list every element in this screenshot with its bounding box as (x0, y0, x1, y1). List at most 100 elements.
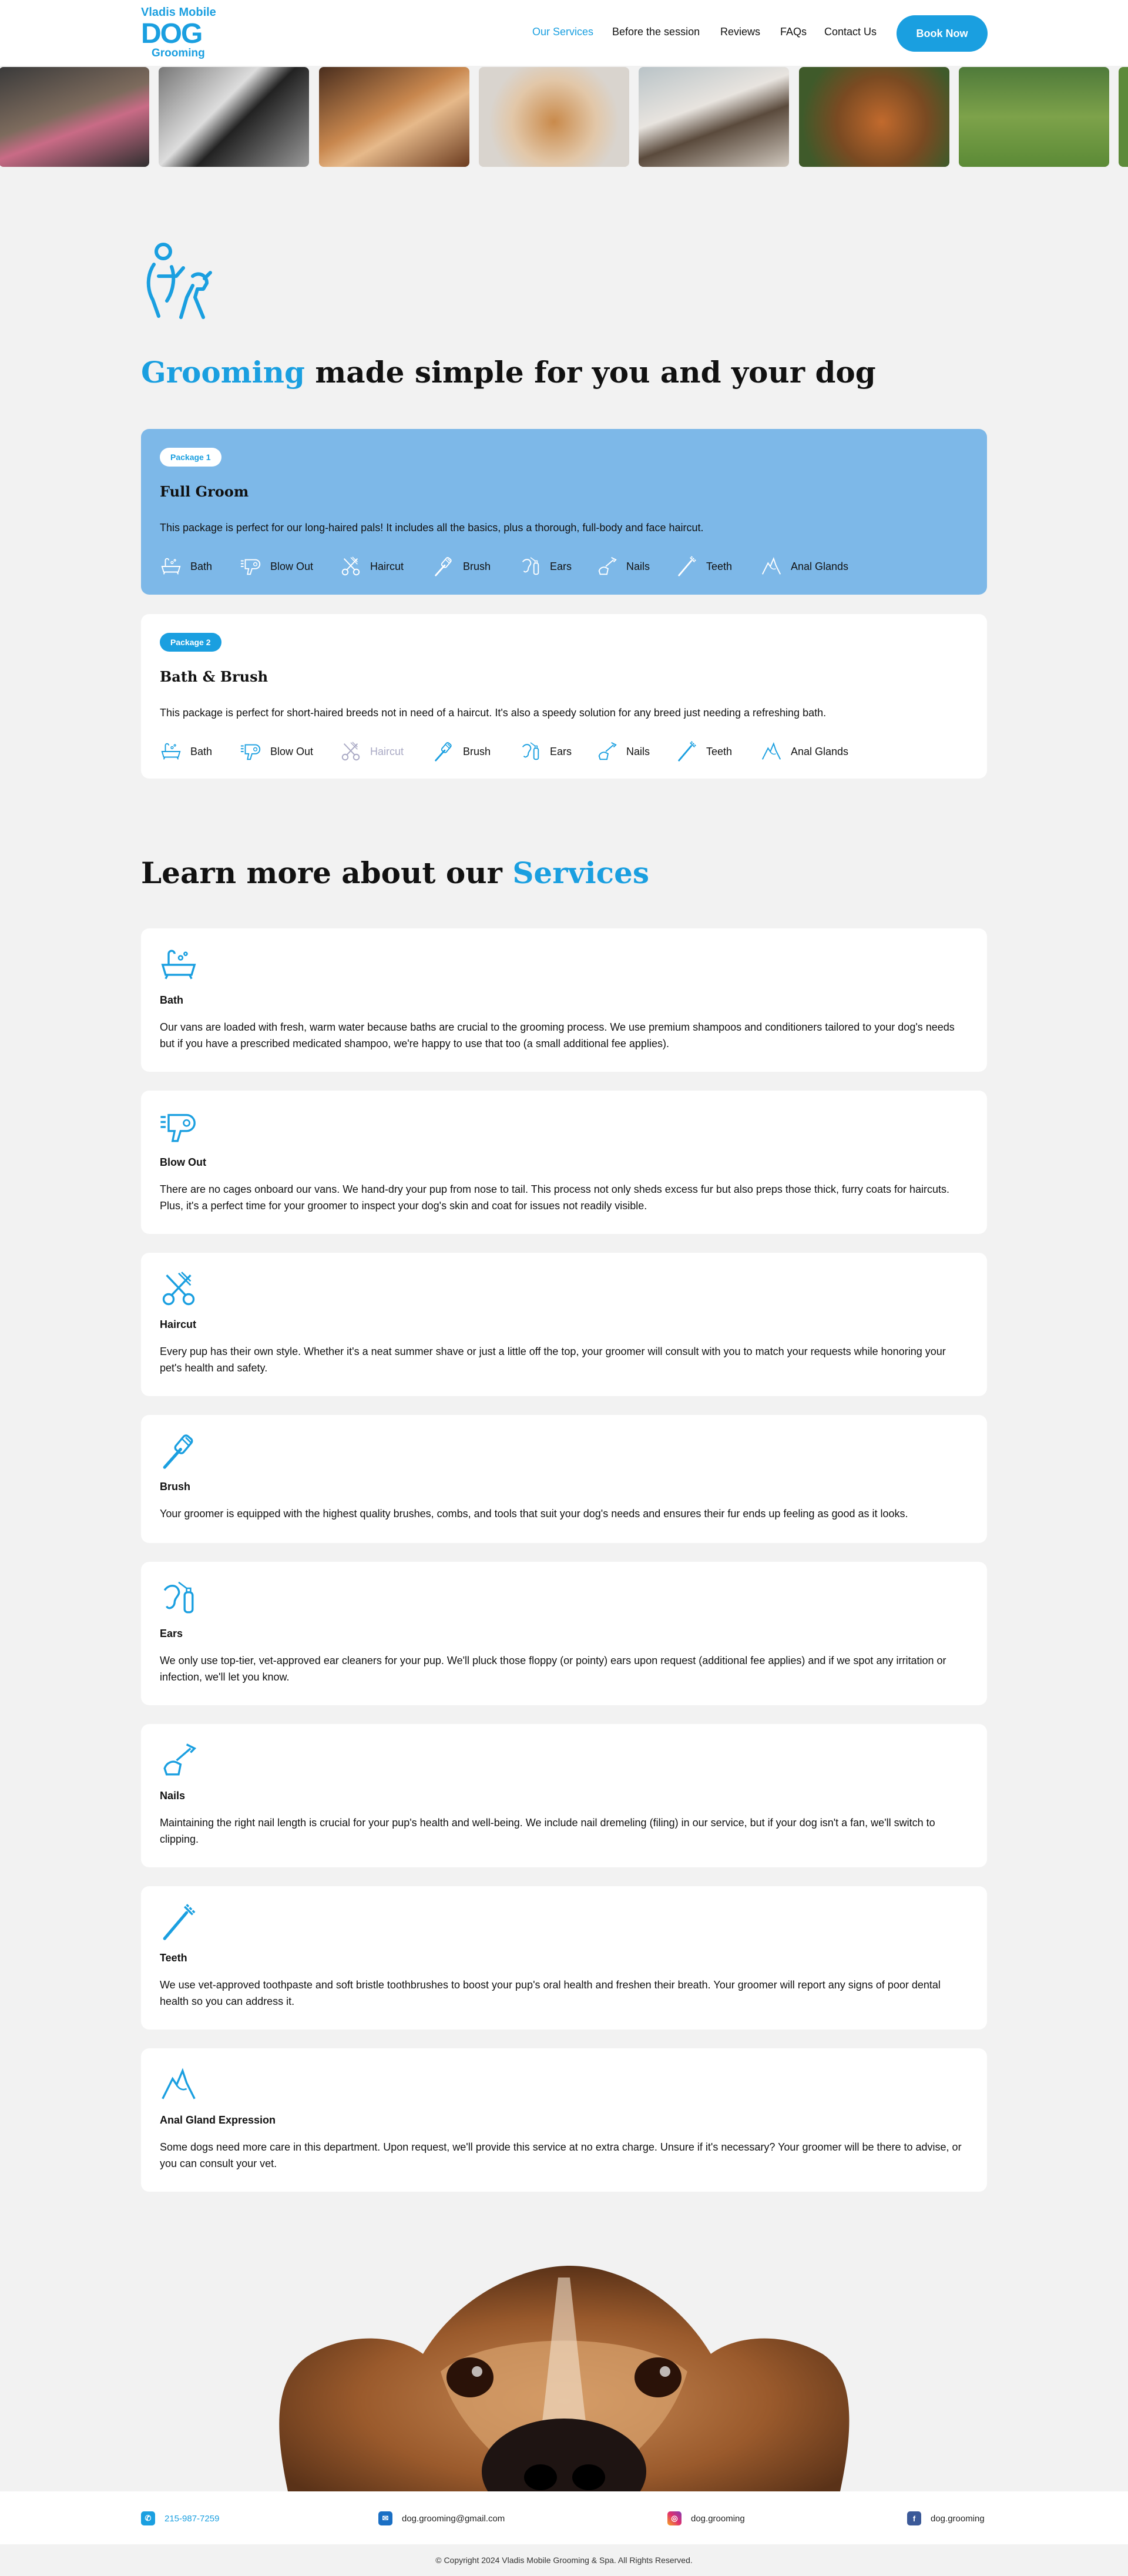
service-card-brush: Brush Your groomer is equipped with the … (141, 1415, 987, 1543)
nav-faqs[interactable]: FAQs (780, 26, 807, 38)
ear-cleaner-icon (519, 740, 542, 763)
feature-label: Blow Out (270, 745, 314, 757)
package-title: Bath & Brush (160, 668, 268, 685)
phone-icon: ✆ (141, 2511, 155, 2525)
book-now-button[interactable]: Book Now (897, 15, 988, 52)
email-icon: ✉ (378, 2511, 392, 2525)
nav-our-services[interactable]: Our Services (532, 26, 593, 38)
gallery-photo-6 (799, 67, 949, 167)
feature-nails: Nails (596, 740, 650, 763)
dog-tail-icon (159, 2065, 199, 2105)
footer-facebook[interactable]: f dog.grooming (907, 2511, 985, 2525)
hero-heading: Grooming made simple for you and your do… (141, 355, 876, 390)
feature-label: Anal Glands (791, 745, 849, 757)
feature-ears: Ears (519, 740, 572, 763)
service-title: Brush (160, 1481, 191, 1492)
package-badge: Package 1 (160, 448, 221, 467)
feature-label: Haircut (370, 745, 404, 757)
service-text: There are no cages onboard our vans. We … (160, 1183, 950, 1212)
service-text: Some dogs need more care in this departm… (160, 2141, 962, 2169)
bathtub-icon (159, 945, 199, 985)
feature-label: Anal Glands (791, 560, 849, 572)
nav-before-session[interactable]: Before the session (612, 26, 700, 38)
logo-text-bottom: Grooming (152, 47, 205, 59)
service-card-anal-glands: Anal Gland Expression Some dogs need mor… (141, 2048, 987, 2192)
brush-icon (159, 1431, 199, 1471)
service-title: Bath (160, 994, 183, 1006)
services-heading: Learn more about our Services (141, 856, 649, 890)
feature-label: Bath (190, 560, 213, 572)
blow-dryer-icon (159, 1107, 199, 1147)
feature-label: Nails (626, 745, 650, 757)
gallery-photo-2 (159, 67, 309, 167)
hero-heading-rest: made simple for you and your dog (304, 355, 876, 390)
service-title: Anal Gland Expression (160, 2114, 276, 2126)
service-card-bath: Bath Our vans are loaded with fresh, war… (141, 928, 987, 1072)
feature-haircut: Haircut (340, 555, 404, 578)
service-text: Your groomer is equipped with the highes… (160, 1508, 908, 1520)
facebook-icon: f (907, 2511, 921, 2525)
hero-heading-accent: Grooming (141, 355, 305, 390)
dog-tail-icon (760, 740, 783, 763)
nav-reviews[interactable]: Reviews (720, 26, 760, 38)
feature-label: Ears (550, 560, 572, 572)
nail-grinder-icon (596, 555, 618, 578)
services-heading-text: Learn more about our (141, 856, 513, 890)
footer-instagram[interactable]: ◎ dog.grooming (667, 2511, 745, 2525)
dog-tail-icon (760, 555, 783, 578)
email-address[interactable]: dog.grooming@gmail.com (402, 2514, 505, 2524)
site-logo[interactable]: Vladis Mobile DOG Grooming (141, 6, 217, 60)
facebook-handle[interactable]: dog.grooming (931, 2514, 985, 2524)
instagram-icon: ◎ (667, 2511, 682, 2525)
logo-text-main: DOG (141, 18, 203, 49)
service-text: Maintaining the right nail length is cru… (160, 1817, 935, 1845)
service-card-ears: Ears We only use top-tier, vet-approved … (141, 1562, 987, 1705)
service-card-blow-out: Blow Out There are no cages onboard our … (141, 1091, 987, 1234)
service-card-teeth: Teeth We use vet-approved toothpaste and… (141, 1886, 987, 2030)
package-card-full-groom[interactable]: Package 1 Full Groom This package is per… (141, 429, 987, 595)
bathtub-icon (160, 555, 182, 578)
feature-nails: Nails (596, 555, 650, 578)
feature-teeth: Teeth (676, 740, 732, 763)
gallery-photo-7 (959, 67, 1109, 167)
logo-text-top: Vladis Mobile (141, 6, 216, 19)
feature-blow-out: Blow Out (240, 740, 313, 763)
ear-cleaner-icon (159, 1578, 199, 1618)
gallery-photo-8 (1119, 67, 1128, 167)
brush-icon (432, 555, 455, 578)
copyright-text: © Copyright 2024 Vladis Mobile Grooming … (435, 2555, 693, 2565)
feature-brush: Brush (432, 740, 491, 763)
feature-label: Brush (463, 745, 491, 757)
services-heading-accent: Services (512, 856, 650, 890)
instagram-handle[interactable]: dog.grooming (691, 2514, 745, 2524)
package-description: This package is perfect for our long-hai… (160, 522, 704, 534)
bathtub-icon (160, 740, 182, 763)
service-card-nails: Nails Maintaining the right nail length … (141, 1724, 987, 1867)
feature-anal-glands: Anal Glands (760, 740, 848, 763)
package-card-bath-brush[interactable]: Package 2 Bath & Brush This package is p… (141, 614, 987, 779)
footer-phone[interactable]: ✆ 215-987-7259 (141, 2511, 219, 2525)
service-title: Haircut (160, 1319, 197, 1330)
feature-teeth: Teeth (676, 555, 732, 578)
service-title: Teeth (160, 1952, 187, 1964)
feature-ears: Ears (519, 555, 572, 578)
footer-email[interactable]: ✉ dog.grooming@gmail.com (378, 2511, 505, 2525)
gallery-photo-5 (639, 67, 789, 167)
service-title: Nails (160, 1790, 186, 1802)
feature-bath: Bath (160, 555, 212, 578)
service-title: Blow Out (160, 1156, 206, 1168)
feature-label: Ears (550, 745, 572, 757)
gallery-photo-4 (479, 67, 629, 167)
nav-contact-us[interactable]: Contact Us (824, 26, 877, 38)
site-header: Vladis Mobile DOG Grooming Our Services … (0, 0, 1128, 66)
scissors-comb-icon (340, 555, 362, 578)
feature-label: Teeth (706, 560, 733, 572)
feature-blow-out: Blow Out (240, 555, 313, 578)
phone-number[interactable]: 215-987-7259 (164, 2514, 219, 2524)
toothbrush-icon (676, 555, 698, 578)
ear-cleaner-icon (519, 555, 542, 578)
scissors-comb-icon (340, 740, 362, 763)
peeking-dog-image (279, 2266, 850, 2491)
service-text: We only use top-tier, vet-approved ear c… (160, 1655, 946, 1683)
gallery-photo-1 (0, 67, 149, 167)
